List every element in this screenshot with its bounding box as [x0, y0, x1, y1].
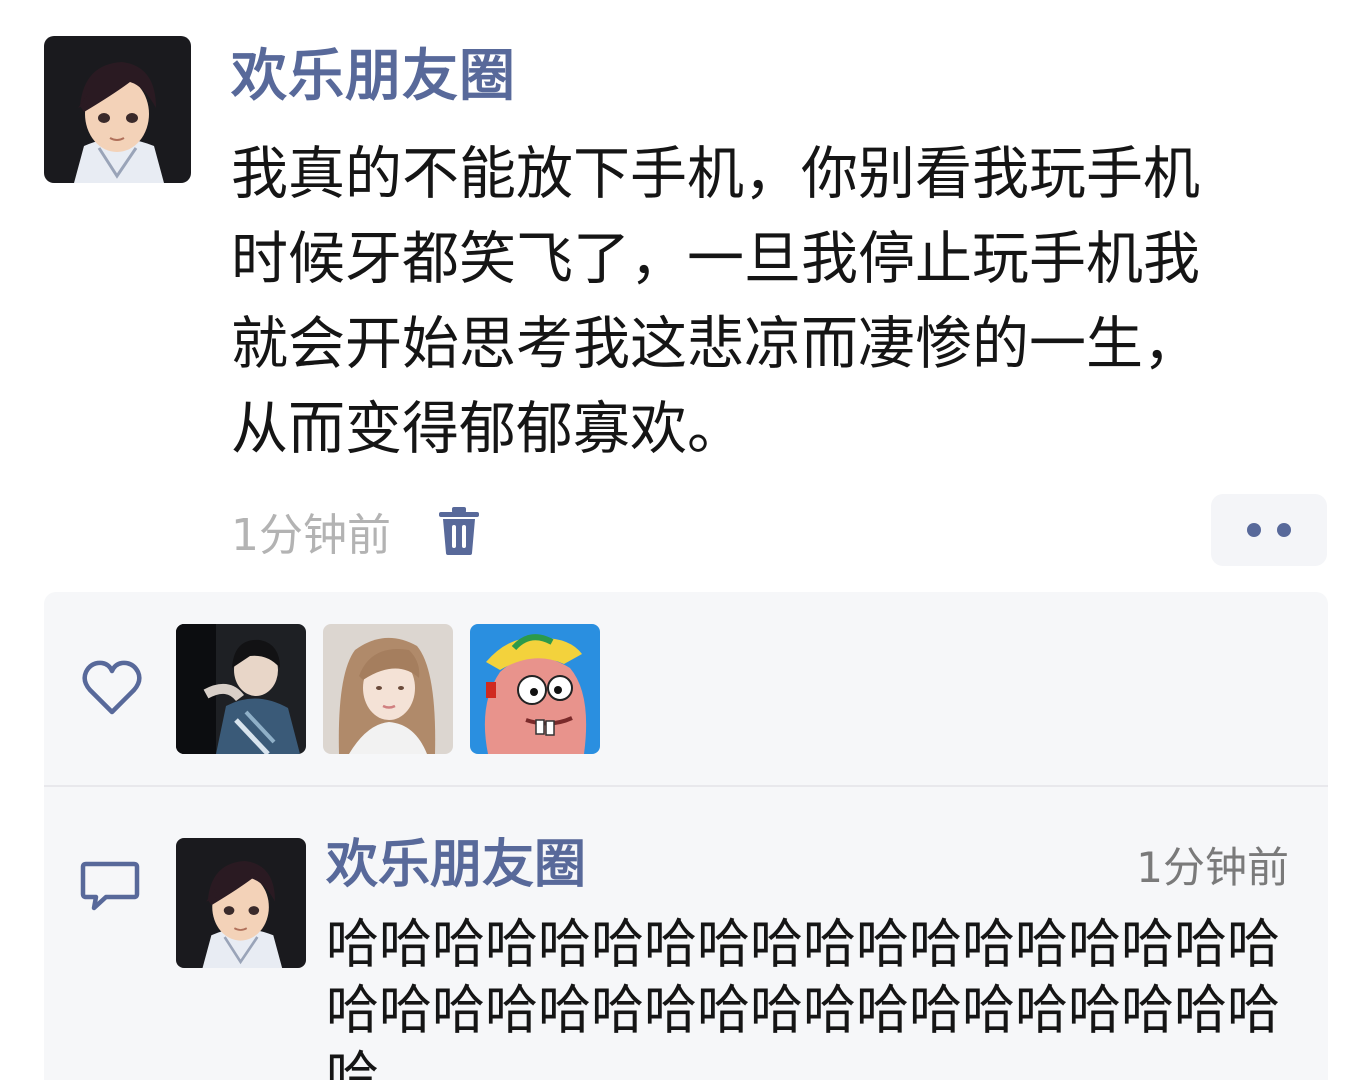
more-dots-icon: [1277, 523, 1291, 537]
liker-avatar[interactable]: [470, 624, 600, 754]
post-text-line: 就会开始思考我这悲凉而凄惨的一生，: [231, 311, 1200, 377]
liker-avatar[interactable]: [176, 624, 306, 754]
moments-post: 欢乐朋友圈 我真的不能放下手机，你别看我玩手机 时候牙都笑飞了，一旦我停止玩手机…: [0, 0, 1371, 1080]
comment-text[interactable]: 哈哈哈哈哈哈哈哈哈哈哈哈哈哈哈哈哈哈哈哈哈哈哈哈哈哈哈哈哈哈哈哈哈哈哈哈哈: [326, 912, 1316, 1080]
liker-avatar[interactable]: [323, 624, 453, 754]
heart-icon: [82, 660, 142, 716]
commenter-name[interactable]: 欢乐朋友圈: [326, 830, 586, 900]
post-meta: 1分钟前: [231, 500, 481, 562]
commenter-avatar[interactable]: [176, 838, 306, 968]
author-avatar[interactable]: [44, 36, 191, 183]
author-name[interactable]: 欢乐朋友圈: [231, 40, 516, 114]
trash-icon[interactable]: [437, 506, 481, 556]
comment-icon: [80, 858, 140, 914]
post-time: 1分钟前: [231, 510, 391, 561]
post-text-line: 从而变得郁郁寡欢。: [231, 396, 744, 462]
post-text-line: 时候牙都笑飞了，一旦我停止玩手机我: [231, 226, 1200, 292]
post-text: 我真的不能放下手机，你别看我玩手机 时候牙都笑飞了，一旦我停止玩手机我 就会开始…: [231, 132, 1331, 472]
divider: [44, 785, 1328, 787]
comment-time: 1分钟前: [1136, 843, 1289, 892]
more-dots-icon: [1247, 523, 1261, 537]
post-text-line: 我真的不能放下手机，你别看我玩手机: [231, 141, 1200, 207]
more-button[interactable]: [1211, 494, 1327, 566]
